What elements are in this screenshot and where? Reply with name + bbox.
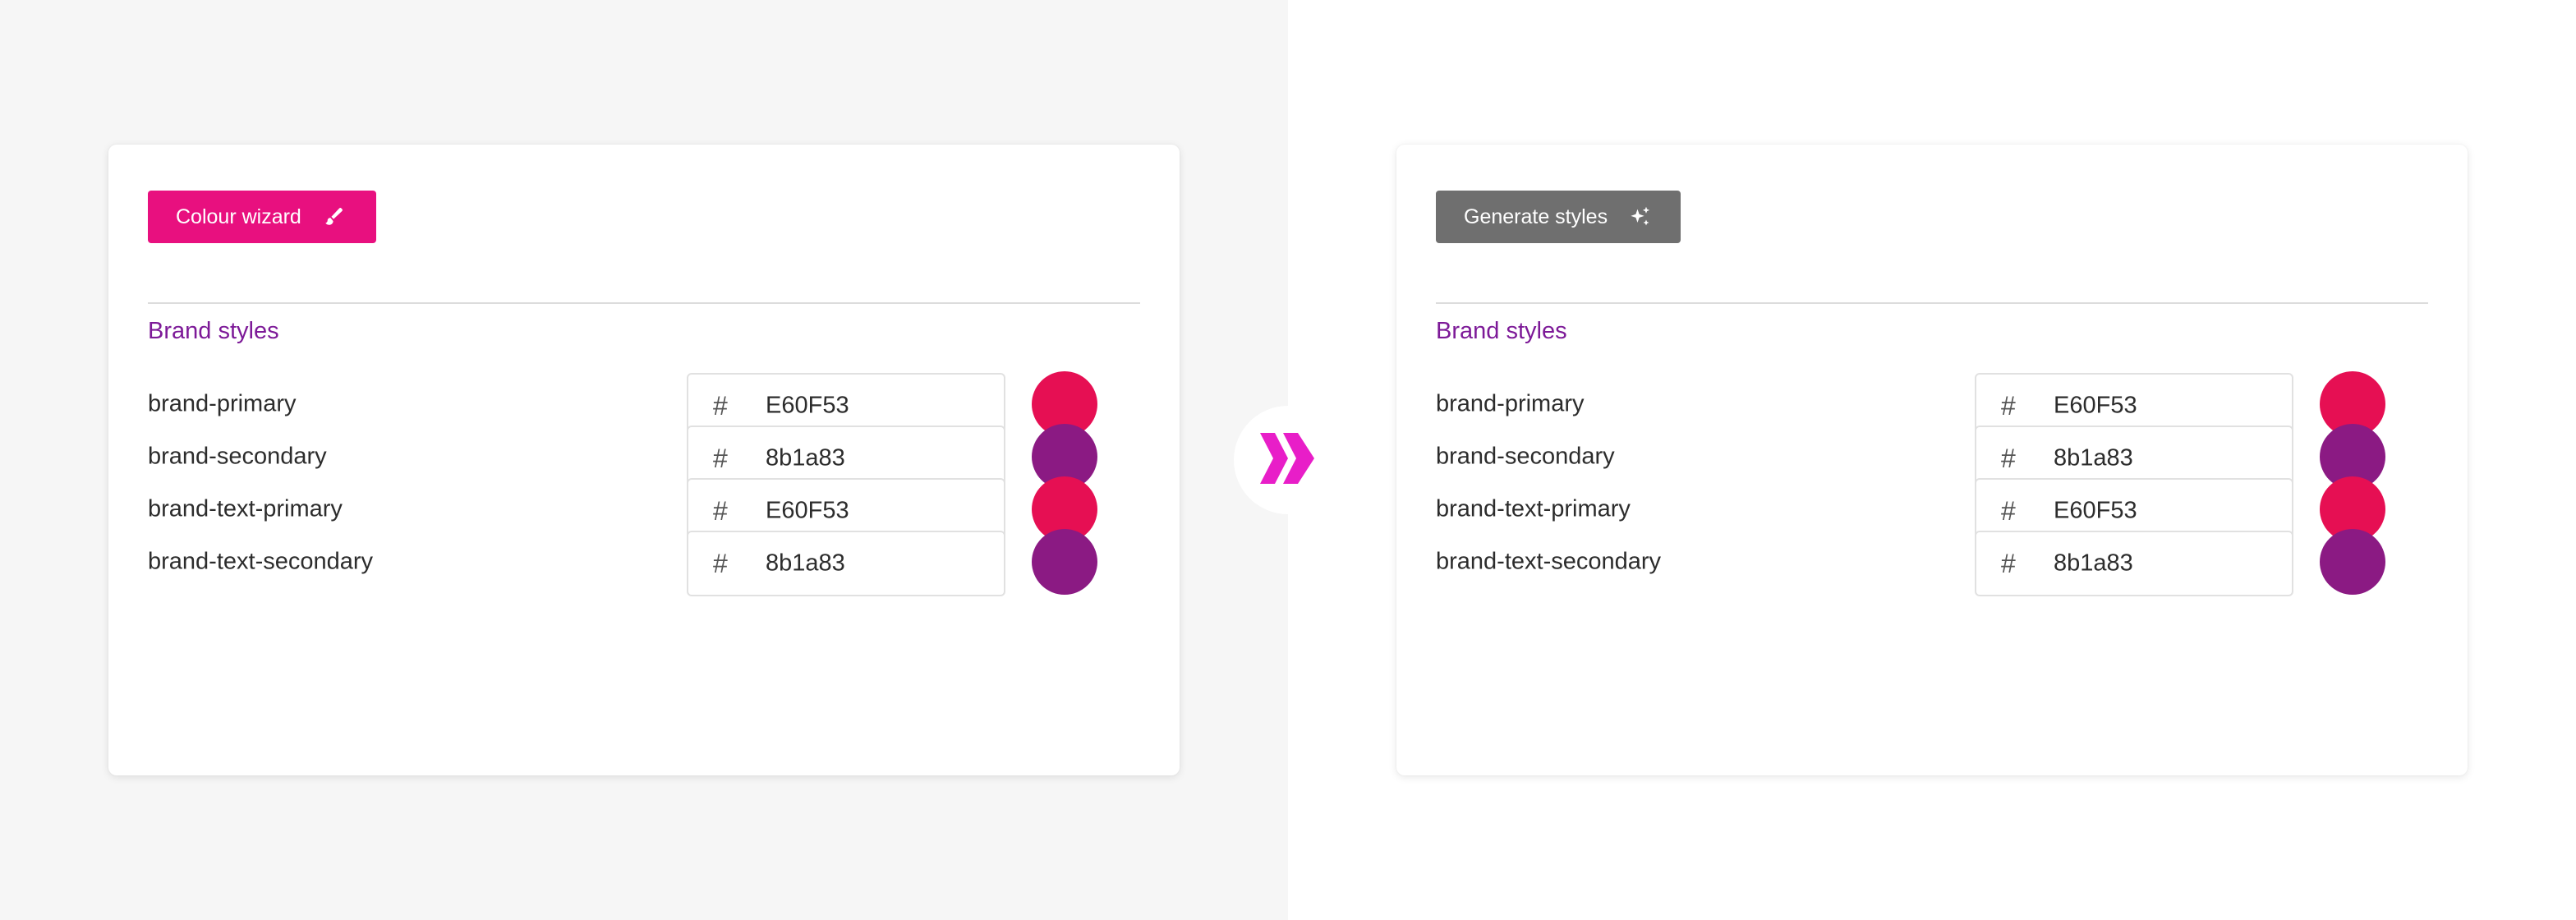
hash-prefix: #	[713, 496, 728, 526]
hex-input-brand-text-secondary[interactable]: # 8b1a83	[1975, 531, 2293, 596]
color-swatch[interactable]	[1032, 529, 1097, 595]
hash-prefix: #	[713, 391, 728, 421]
style-name-label: brand-text-secondary	[148, 548, 374, 575]
transition-arrow-badge	[1234, 406, 1342, 514]
color-swatch[interactable]	[2320, 529, 2385, 595]
style-name-label: brand-text-secondary	[1436, 548, 1662, 575]
section-divider	[1436, 302, 2428, 304]
brand-styles-card-after: Generate styles Brand styles brand-prima…	[1396, 145, 2468, 775]
colour-wizard-button-label: Colour wizard	[176, 205, 301, 228]
hex-value: E60F53	[2054, 392, 2137, 419]
hex-value: 8b1a83	[766, 444, 845, 472]
hex-value: 8b1a83	[2054, 550, 2133, 577]
brand-styles-card-before: Colour wizard Brand styles brand-primary…	[108, 145, 1180, 775]
style-name-label: brand-primary	[1436, 390, 1585, 417]
generate-styles-button-label: Generate styles	[1464, 205, 1608, 228]
style-name-label: brand-text-primary	[148, 495, 343, 522]
hex-value: E60F53	[766, 497, 849, 524]
hash-prefix: #	[2001, 444, 2016, 473]
style-name-label: brand-secondary	[1436, 443, 1615, 470]
hash-prefix: #	[2001, 391, 2016, 421]
hash-prefix: #	[2001, 549, 2016, 578]
section-title-brand-styles: Brand styles	[148, 318, 279, 344]
generate-styles-button[interactable]: Generate styles	[1436, 191, 1681, 243]
colour-wizard-button[interactable]: Colour wizard	[148, 191, 376, 243]
hex-value: E60F53	[766, 392, 849, 419]
style-name-label: brand-secondary	[148, 443, 327, 470]
hash-prefix: #	[2001, 496, 2016, 526]
hex-value: 8b1a83	[2054, 444, 2133, 472]
double-chevron-right-icon	[1260, 432, 1316, 488]
style-name-label: brand-primary	[148, 390, 297, 417]
style-row-brand-text-secondary: brand-text-secondary # 8b1a83	[1436, 527, 2389, 596]
section-divider	[148, 302, 1140, 304]
paintbrush-icon	[323, 206, 344, 228]
hex-input-brand-text-secondary[interactable]: # 8b1a83	[687, 531, 1005, 596]
hash-prefix: #	[713, 549, 728, 578]
hex-value: E60F53	[2054, 497, 2137, 524]
sparkles-icon	[1629, 205, 1652, 228]
section-title-brand-styles: Brand styles	[1436, 318, 1567, 344]
hex-value: 8b1a83	[766, 550, 845, 577]
style-name-label: brand-text-primary	[1436, 495, 1631, 522]
style-row-brand-text-secondary: brand-text-secondary # 8b1a83	[148, 527, 1101, 596]
hash-prefix: #	[713, 444, 728, 473]
